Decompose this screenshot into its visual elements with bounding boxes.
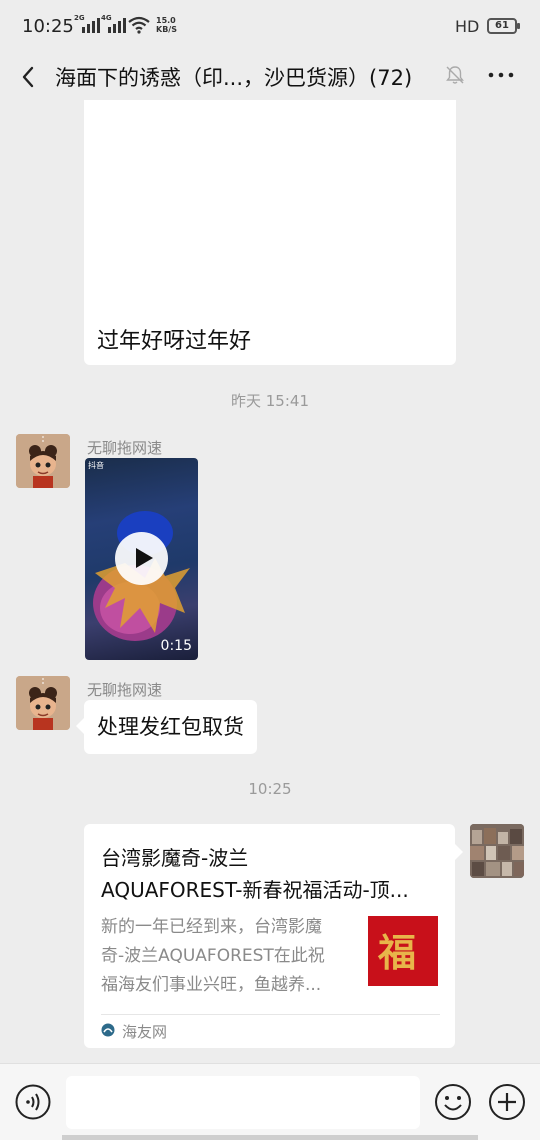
net-speed: 15.0 KB/S bbox=[156, 16, 177, 34]
card-desc-line: 奇-波兰AQUAFOREST在此祝 bbox=[101, 946, 325, 966]
hd-indicator: HD bbox=[455, 17, 480, 36]
fu-character: 福 bbox=[378, 930, 417, 975]
plus-icon[interactable] bbox=[488, 1083, 526, 1121]
net-speed-unit: KB/S bbox=[156, 25, 177, 34]
text-message-bubble[interactable]: 处理发红包取货 bbox=[76, 700, 257, 754]
input-bar bbox=[0, 1063, 540, 1140]
douyin-logo: 抖音 bbox=[88, 461, 104, 470]
avatar[interactable] bbox=[16, 434, 70, 488]
navigation-handle bbox=[62, 1135, 478, 1140]
message-input[interactable] bbox=[66, 1076, 420, 1129]
card-desc-line: 新的一年已经到来，台湾影魔 bbox=[101, 917, 322, 937]
video-duration: 0:15 bbox=[160, 638, 192, 654]
card-thumbnail: 福 bbox=[368, 916, 438, 986]
card-title-line: 台湾影魔奇-波兰 bbox=[101, 846, 249, 870]
mute-bell-icon bbox=[446, 66, 464, 84]
sender-name: 无聊拖网速 bbox=[87, 681, 163, 699]
my-avatar[interactable] bbox=[470, 824, 524, 878]
signal-2-icon bbox=[108, 17, 126, 33]
video-message[interactable]: 抖音 0:15 bbox=[85, 458, 198, 660]
card-description: 新的一年已经到来，台湾影魔 奇-波兰AQUAFOREST在此祝 福海友们事业兴旺… bbox=[101, 913, 353, 1000]
net-speed-value: 15.0 bbox=[156, 16, 176, 25]
back-icon[interactable] bbox=[14, 62, 44, 92]
card-title: 台湾影魔奇-波兰 AQUAFOREST-新春祝福活动-顶... bbox=[101, 842, 441, 906]
battery-icon: 61 bbox=[487, 18, 520, 34]
link-card-message[interactable]: 台湾影魔奇-波兰 AQUAFOREST-新春祝福活动-顶... 新的一年已经到来… bbox=[84, 824, 463, 1048]
voice-icon[interactable] bbox=[15, 1084, 51, 1120]
avatar[interactable] bbox=[16, 676, 70, 730]
source-logo-icon bbox=[101, 1023, 115, 1037]
sender-name: 无聊拖网速 bbox=[87, 439, 163, 457]
signal-1-icon bbox=[82, 17, 100, 33]
timestamp: 10:25 bbox=[248, 780, 292, 798]
card-desc-line: 福海友们事业兴旺，鱼越养... bbox=[101, 975, 322, 995]
timestamp: 昨天 15:41 bbox=[231, 392, 309, 410]
avatar-image bbox=[16, 434, 70, 488]
chat-header: 海面下的诱惑（印...，沙巴货源）(72) bbox=[0, 54, 540, 100]
avatar-image bbox=[16, 676, 70, 730]
card-title-line: AQUAFOREST-新春祝福活动-顶... bbox=[101, 878, 409, 902]
chat-title: 海面下的诱惑（印...，沙巴货源）(72) bbox=[55, 66, 413, 90]
avatar-image bbox=[470, 824, 524, 878]
divider bbox=[101, 1014, 440, 1015]
status-time: 10:25 bbox=[22, 16, 74, 37]
emoji-icon[interactable] bbox=[434, 1083, 472, 1121]
status-bar: 10:25 2G 4G 15.0 KB/S HD 61 bbox=[0, 0, 540, 54]
image-text-bubble[interactable]: 过年好呀过年好 bbox=[84, 100, 456, 365]
message-text: 过年好呀过年好 bbox=[97, 329, 252, 354]
more-icon[interactable] bbox=[486, 64, 516, 86]
play-icon[interactable] bbox=[115, 532, 168, 585]
card-source: 海友网 bbox=[122, 1023, 168, 1041]
wifi-icon bbox=[128, 16, 150, 34]
